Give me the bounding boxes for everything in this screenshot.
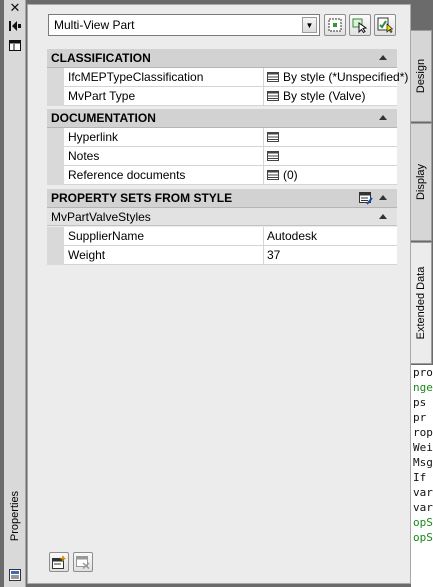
property-value[interactable] [264,147,397,166]
palette-title: Properties [9,490,21,542]
collapse-icon[interactable] [379,195,387,200]
tab-design[interactable]: Design [411,30,432,122]
select-objects-icon [352,18,368,33]
close-icon[interactable]: ✕ [6,1,24,16]
category-title: PROPERTY SETS FROM STYLE [51,191,233,205]
property-value[interactable]: (0) [264,166,397,185]
tab-label: Extended Data [415,266,427,340]
edit-property-sets-icon[interactable] [359,192,373,205]
collapse-icon[interactable] [379,55,387,60]
property-value[interactable] [264,128,397,147]
tab-extended-data[interactable]: Extended Data [411,242,432,364]
tab-display[interactable]: Display [411,123,432,241]
property-row[interactable]: Notes [47,147,397,166]
property-value[interactable]: By style (*Unspecified*) [264,68,408,87]
auto-hide-icon[interactable] [6,19,24,33]
remove-property-sets-button[interactable] [73,552,93,572]
properties-menu-icon[interactable] [6,38,24,52]
quick-select-button[interactable] [324,14,346,36]
category-property-sets[interactable]: PROPERTY SETS FROM STYLE [47,189,397,208]
property-set-name: MvPartValveStyles [51,209,151,224]
worksheet-icon [267,72,279,82]
property-value[interactable]: Autodesk [264,227,397,246]
add-property-sets-button[interactable] [49,552,69,572]
property-row[interactable]: Reference documents (0) [47,166,397,185]
tab-label: Design [415,58,427,94]
category-classification[interactable]: CLASSIFICATION [47,49,397,68]
worksheet-icon [267,91,279,101]
property-name: Reference documents [64,166,264,185]
object-type-value: Multi-View Part [54,18,135,32]
toggle-pickadd-button[interactable] [374,14,396,36]
select-objects-button[interactable] [349,14,371,36]
property-name: MvPart Type [64,87,264,106]
property-name: Hyperlink [64,128,264,147]
property-row[interactable]: IfcMEPTypeClassification By style (*Unsp… [47,68,408,87]
property-name: Notes [64,147,264,166]
property-row[interactable]: SupplierName Autodesk [47,227,397,246]
remove-property-set-icon [76,555,90,569]
worksheet-icon[interactable] [267,132,279,142]
property-value[interactable]: By style (Valve) [264,87,397,106]
property-row[interactable]: Weight 37 [47,246,397,265]
toggle-pickadd-icon [377,17,393,33]
palette-title-strip: ✕ Properties [4,0,26,587]
background-code-editor: pro nge ps pr rop Wei Msg If var var opS… [411,365,433,587]
collapse-icon[interactable] [379,115,387,120]
palette-icon [6,568,24,582]
category-title: CLASSIFICATION [51,51,151,65]
collapse-icon[interactable] [379,214,387,219]
category-documentation[interactable]: DOCUMENTATION [47,109,397,128]
chevron-down-icon[interactable]: ▼ [302,17,317,33]
property-set-group[interactable]: MvPartValveStyles [47,208,397,226]
property-name: Weight [64,246,264,265]
property-name: SupplierName [64,227,264,246]
property-value[interactable]: 37 [264,246,397,265]
property-name: IfcMEPTypeClassification [64,68,264,87]
category-title: DOCUMENTATION [51,111,156,125]
property-row[interactable]: Hyperlink [47,128,397,147]
add-property-set-icon [52,555,66,569]
object-type-select[interactable]: Multi-View Part ▼ [48,14,320,36]
worksheet-icon[interactable] [267,151,279,161]
worksheet-icon[interactable] [267,170,279,180]
tab-label: Display [415,163,427,201]
quick-select-icon [328,18,342,32]
property-row[interactable]: MvPart Type By style (Valve) [47,87,397,106]
